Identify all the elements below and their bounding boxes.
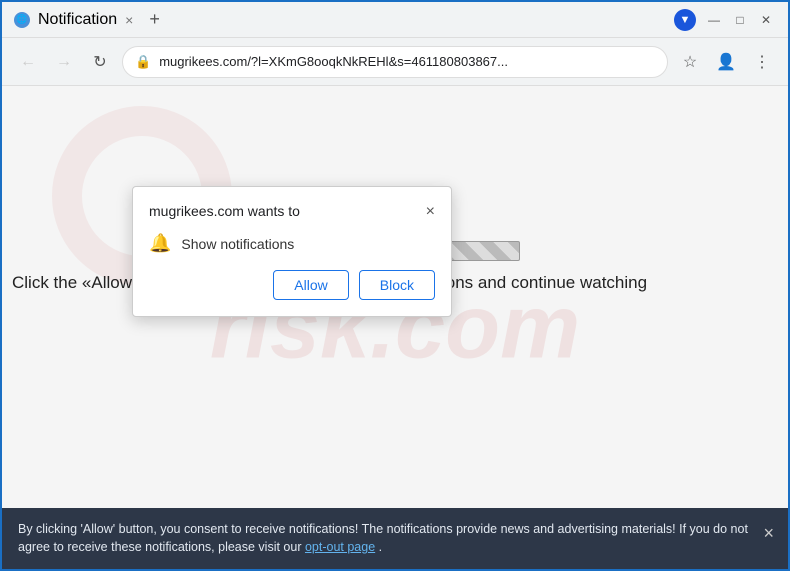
minimize-button[interactable]: — (704, 13, 724, 27)
notification-popup: mugrikees.com wants to × 🔔 Show notifica… (132, 186, 452, 317)
back-button[interactable]: ← (14, 48, 42, 76)
banner-close-button[interactable]: × (763, 520, 774, 547)
browser-menu-icon[interactable]: ⋮ (748, 48, 776, 76)
bottom-banner: By clicking 'Allow' button, you consent … (2, 508, 788, 570)
opt-out-link[interactable]: opt-out page (305, 540, 375, 554)
banner-text-1: By clicking 'Allow' button, you consent … (18, 522, 748, 555)
popup-notification-row: 🔔 Show notifications (149, 233, 435, 254)
url-bar[interactable]: 🔒 mugrikees.com/?l=XKmG8ooqkNkREHl&s=461… (122, 46, 668, 78)
new-tab-button[interactable]: + (141, 4, 168, 36)
profile-area: ▼ (674, 9, 696, 31)
forward-button[interactable]: → (50, 48, 78, 76)
tab-favicon: 🌐 (14, 12, 30, 28)
refresh-button[interactable]: ↻ (86, 48, 114, 76)
title-bar: 🌐 Notification × + ▼ — □ ✕ (2, 2, 788, 38)
bookmark-icon[interactable]: ☆ (676, 48, 704, 76)
window-controls: — □ ✕ (704, 13, 776, 27)
allow-button[interactable]: Allow (273, 270, 348, 300)
browser-frame: 🌐 Notification × + ▼ — □ ✕ ← → ↻ 🔒 mugri… (2, 2, 788, 569)
extension-button[interactable]: ▼ (674, 9, 696, 31)
popup-header: mugrikees.com wants to × (149, 203, 435, 221)
popup-buttons: Allow Block (149, 270, 435, 300)
close-window-button[interactable]: ✕ (756, 13, 776, 27)
page-content: risk.com mugrikees.com wants to × 🔔 Show… (2, 86, 788, 569)
popup-close-button[interactable]: × (426, 203, 435, 221)
popup-description: Show notifications (181, 236, 294, 252)
user-profile-icon[interactable]: 👤 (712, 48, 740, 76)
popup-title: mugrikees.com wants to (149, 203, 300, 219)
bell-icon: 🔔 (149, 233, 171, 254)
banner-text-2: . (379, 540, 382, 554)
url-text: mugrikees.com/?l=XKmG8ooqkNkREHl&s=46118… (159, 54, 655, 69)
tab-title: Notification (38, 11, 117, 29)
lock-icon: 🔒 (135, 54, 151, 70)
block-button[interactable]: Block (359, 270, 435, 300)
maximize-button[interactable]: □ (730, 13, 750, 27)
tab-close-button[interactable]: × (125, 12, 133, 28)
address-bar: ← → ↻ 🔒 mugrikees.com/?l=XKmG8ooqkNkREHl… (2, 38, 788, 86)
